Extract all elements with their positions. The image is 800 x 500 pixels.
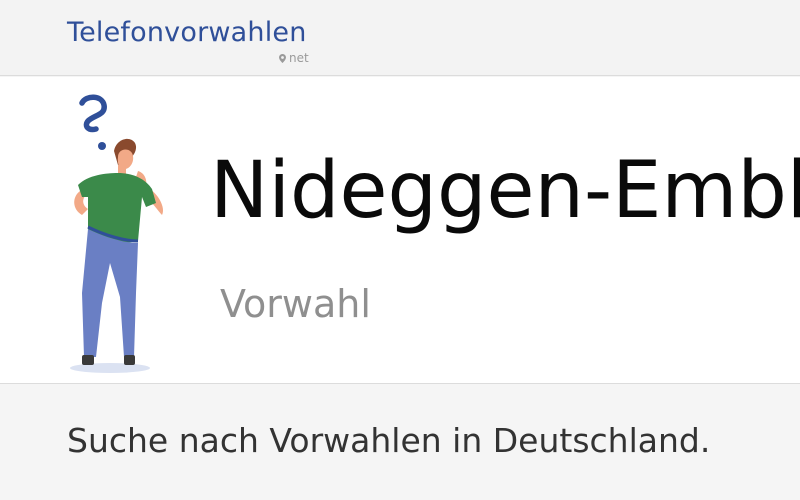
page-subtitle: Vorwahl bbox=[220, 282, 371, 326]
site-logo-link[interactable]: Telefonvorwahlen net bbox=[67, 17, 309, 66]
site-logo-tld: net bbox=[279, 51, 309, 65]
page-title: Nideggen-Embken bbox=[210, 146, 800, 236]
site-logo-text: Telefonvorwahlen bbox=[67, 17, 307, 48]
search-heading: Suche nach Vorwahlen in Deutschland. bbox=[67, 421, 711, 460]
search-section: Suche nach Vorwahlen in Deutschland. bbox=[0, 385, 800, 500]
thinking-person-illustration bbox=[70, 94, 164, 373]
site-header: Telefonvorwahlen net bbox=[0, 0, 800, 76]
map-pin-icon bbox=[279, 53, 286, 63]
hero-section: Nideggen-Embken Vorwahl bbox=[0, 77, 800, 384]
site-logo-tld-text: net bbox=[289, 51, 309, 65]
